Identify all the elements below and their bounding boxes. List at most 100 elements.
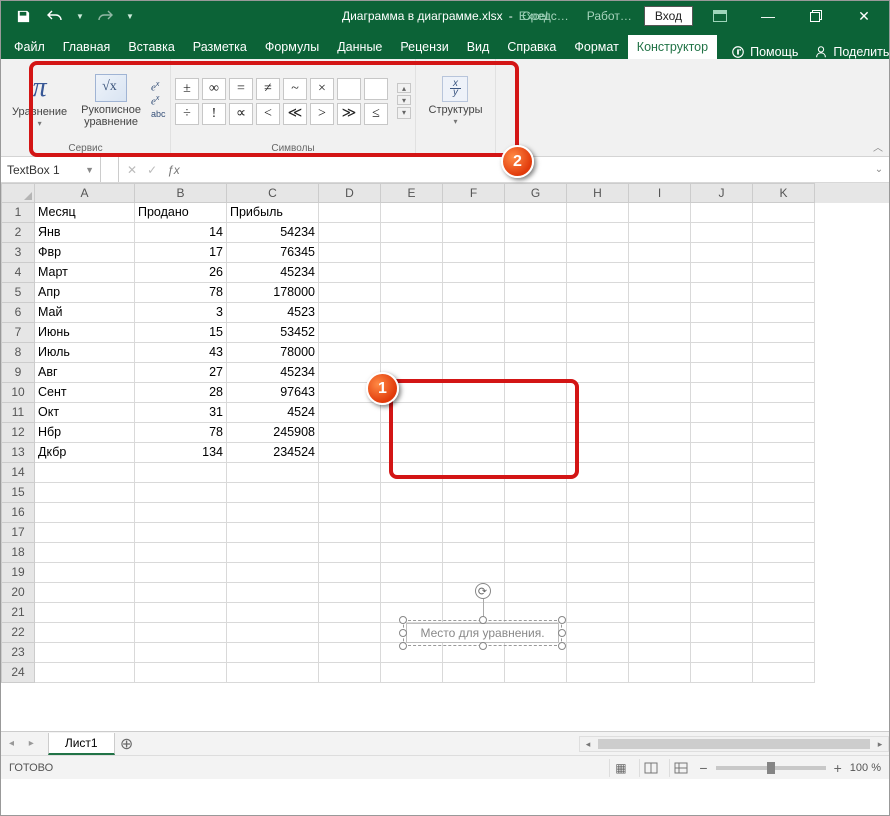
col-header[interactable]: I bbox=[629, 183, 691, 203]
undo-icon[interactable] bbox=[43, 4, 67, 28]
horizontal-scrollbar[interactable]: ◂▸ bbox=[579, 736, 889, 752]
cell[interactable] bbox=[227, 563, 319, 583]
col-header[interactable]: G bbox=[505, 183, 567, 203]
cell[interactable] bbox=[629, 403, 691, 423]
cell[interactable]: 31 bbox=[135, 403, 227, 423]
cell[interactable] bbox=[505, 563, 567, 583]
col-header[interactable]: J bbox=[691, 183, 753, 203]
rotate-handle-icon[interactable]: ⟳ bbox=[475, 583, 491, 599]
accept-formula-icon[interactable]: ✓ bbox=[147, 163, 157, 177]
cell[interactable] bbox=[135, 603, 227, 623]
cell[interactable] bbox=[691, 343, 753, 363]
cell[interactable] bbox=[505, 383, 567, 403]
cell[interactable]: Продано bbox=[135, 203, 227, 223]
spreadsheet-grid[interactable]: ABCDEFGHIJK 1МесяцПроданоПрибыль2Янв1454… bbox=[1, 183, 889, 731]
col-header[interactable]: C bbox=[227, 183, 319, 203]
row-header[interactable]: 14 bbox=[1, 463, 35, 483]
cell[interactable] bbox=[443, 263, 505, 283]
cell[interactable] bbox=[319, 263, 381, 283]
cell[interactable] bbox=[629, 583, 691, 603]
cell[interactable]: 15 bbox=[135, 323, 227, 343]
cell[interactable] bbox=[35, 483, 135, 503]
cell[interactable] bbox=[753, 303, 815, 323]
cell[interactable]: Апр bbox=[35, 283, 135, 303]
row-header[interactable]: 13 bbox=[1, 443, 35, 463]
tools-tab-1[interactable]: Средс… bbox=[516, 9, 575, 23]
cell[interactable] bbox=[135, 523, 227, 543]
cell[interactable] bbox=[319, 543, 381, 563]
cell[interactable] bbox=[753, 323, 815, 343]
cell[interactable] bbox=[505, 443, 567, 463]
cell[interactable] bbox=[691, 403, 753, 423]
cell[interactable] bbox=[691, 423, 753, 443]
qat-customize-icon[interactable]: ▼ bbox=[125, 4, 135, 28]
cell[interactable]: Янв bbox=[35, 223, 135, 243]
cell[interactable] bbox=[753, 523, 815, 543]
cell[interactable] bbox=[691, 503, 753, 523]
tab-файл[interactable]: Файл bbox=[5, 35, 54, 59]
cell[interactable] bbox=[381, 663, 443, 683]
cell[interactable] bbox=[443, 323, 505, 343]
add-sheet-button[interactable]: ⊕ bbox=[115, 734, 139, 754]
cell[interactable]: Нбр bbox=[35, 423, 135, 443]
help-button[interactable]: Помощь bbox=[731, 45, 798, 59]
cell[interactable] bbox=[35, 663, 135, 683]
col-header[interactable]: D bbox=[319, 183, 381, 203]
cell[interactable]: Март bbox=[35, 263, 135, 283]
cell[interactable] bbox=[443, 383, 505, 403]
row-header[interactable]: 20 bbox=[1, 583, 35, 603]
cell[interactable] bbox=[753, 503, 815, 523]
login-button[interactable]: Вход bbox=[644, 6, 693, 26]
tab-формат[interactable]: Формат bbox=[565, 35, 627, 59]
cell[interactable] bbox=[319, 223, 381, 243]
symbols-up-icon[interactable]: ▴ bbox=[397, 83, 411, 93]
cell[interactable] bbox=[753, 563, 815, 583]
cell[interactable] bbox=[505, 523, 567, 543]
save-icon[interactable] bbox=[11, 4, 35, 28]
row-header[interactable]: 5 bbox=[1, 283, 35, 303]
cell[interactable] bbox=[319, 243, 381, 263]
cell[interactable] bbox=[227, 603, 319, 623]
cell[interactable] bbox=[381, 423, 443, 443]
cell[interactable]: Июнь bbox=[35, 323, 135, 343]
row-header[interactable]: 9 bbox=[1, 363, 35, 383]
cell[interactable]: 17 bbox=[135, 243, 227, 263]
name-box[interactable]: TextBox 1▼ bbox=[1, 157, 101, 182]
row-header[interactable]: 4 bbox=[1, 263, 35, 283]
cell[interactable] bbox=[567, 203, 629, 223]
cancel-formula-icon[interactable]: ✕ bbox=[127, 163, 137, 177]
cell[interactable] bbox=[443, 283, 505, 303]
cell[interactable] bbox=[381, 443, 443, 463]
cell[interactable] bbox=[381, 483, 443, 503]
cell[interactable] bbox=[505, 463, 567, 483]
cell[interactable] bbox=[35, 603, 135, 623]
cell[interactable] bbox=[567, 283, 629, 303]
cell[interactable] bbox=[753, 583, 815, 603]
cell[interactable] bbox=[753, 443, 815, 463]
cell[interactable] bbox=[381, 583, 443, 603]
cell[interactable] bbox=[443, 443, 505, 463]
cell[interactable] bbox=[567, 503, 629, 523]
cell[interactable] bbox=[381, 323, 443, 343]
cell[interactable]: 4523 bbox=[227, 303, 319, 323]
cell[interactable] bbox=[753, 403, 815, 423]
cell[interactable] bbox=[319, 303, 381, 323]
symbol-cell[interactable]: ≠ bbox=[256, 78, 280, 100]
row-header[interactable]: 6 bbox=[1, 303, 35, 323]
cell[interactable] bbox=[381, 283, 443, 303]
cell[interactable] bbox=[567, 323, 629, 343]
cell[interactable] bbox=[135, 643, 227, 663]
undo-dropdown-icon[interactable]: ▼ bbox=[75, 4, 85, 28]
cell[interactable] bbox=[135, 583, 227, 603]
cell[interactable]: 78000 bbox=[227, 343, 319, 363]
cell[interactable] bbox=[753, 363, 815, 383]
cell[interactable] bbox=[319, 343, 381, 363]
cell[interactable] bbox=[753, 623, 815, 643]
cell[interactable] bbox=[567, 603, 629, 623]
cell[interactable] bbox=[35, 523, 135, 543]
professional-button[interactable]: ex bbox=[151, 81, 163, 93]
cell[interactable] bbox=[691, 603, 753, 623]
cell[interactable] bbox=[443, 663, 505, 683]
col-header[interactable]: H bbox=[567, 183, 629, 203]
cell[interactable]: Месяц bbox=[35, 203, 135, 223]
